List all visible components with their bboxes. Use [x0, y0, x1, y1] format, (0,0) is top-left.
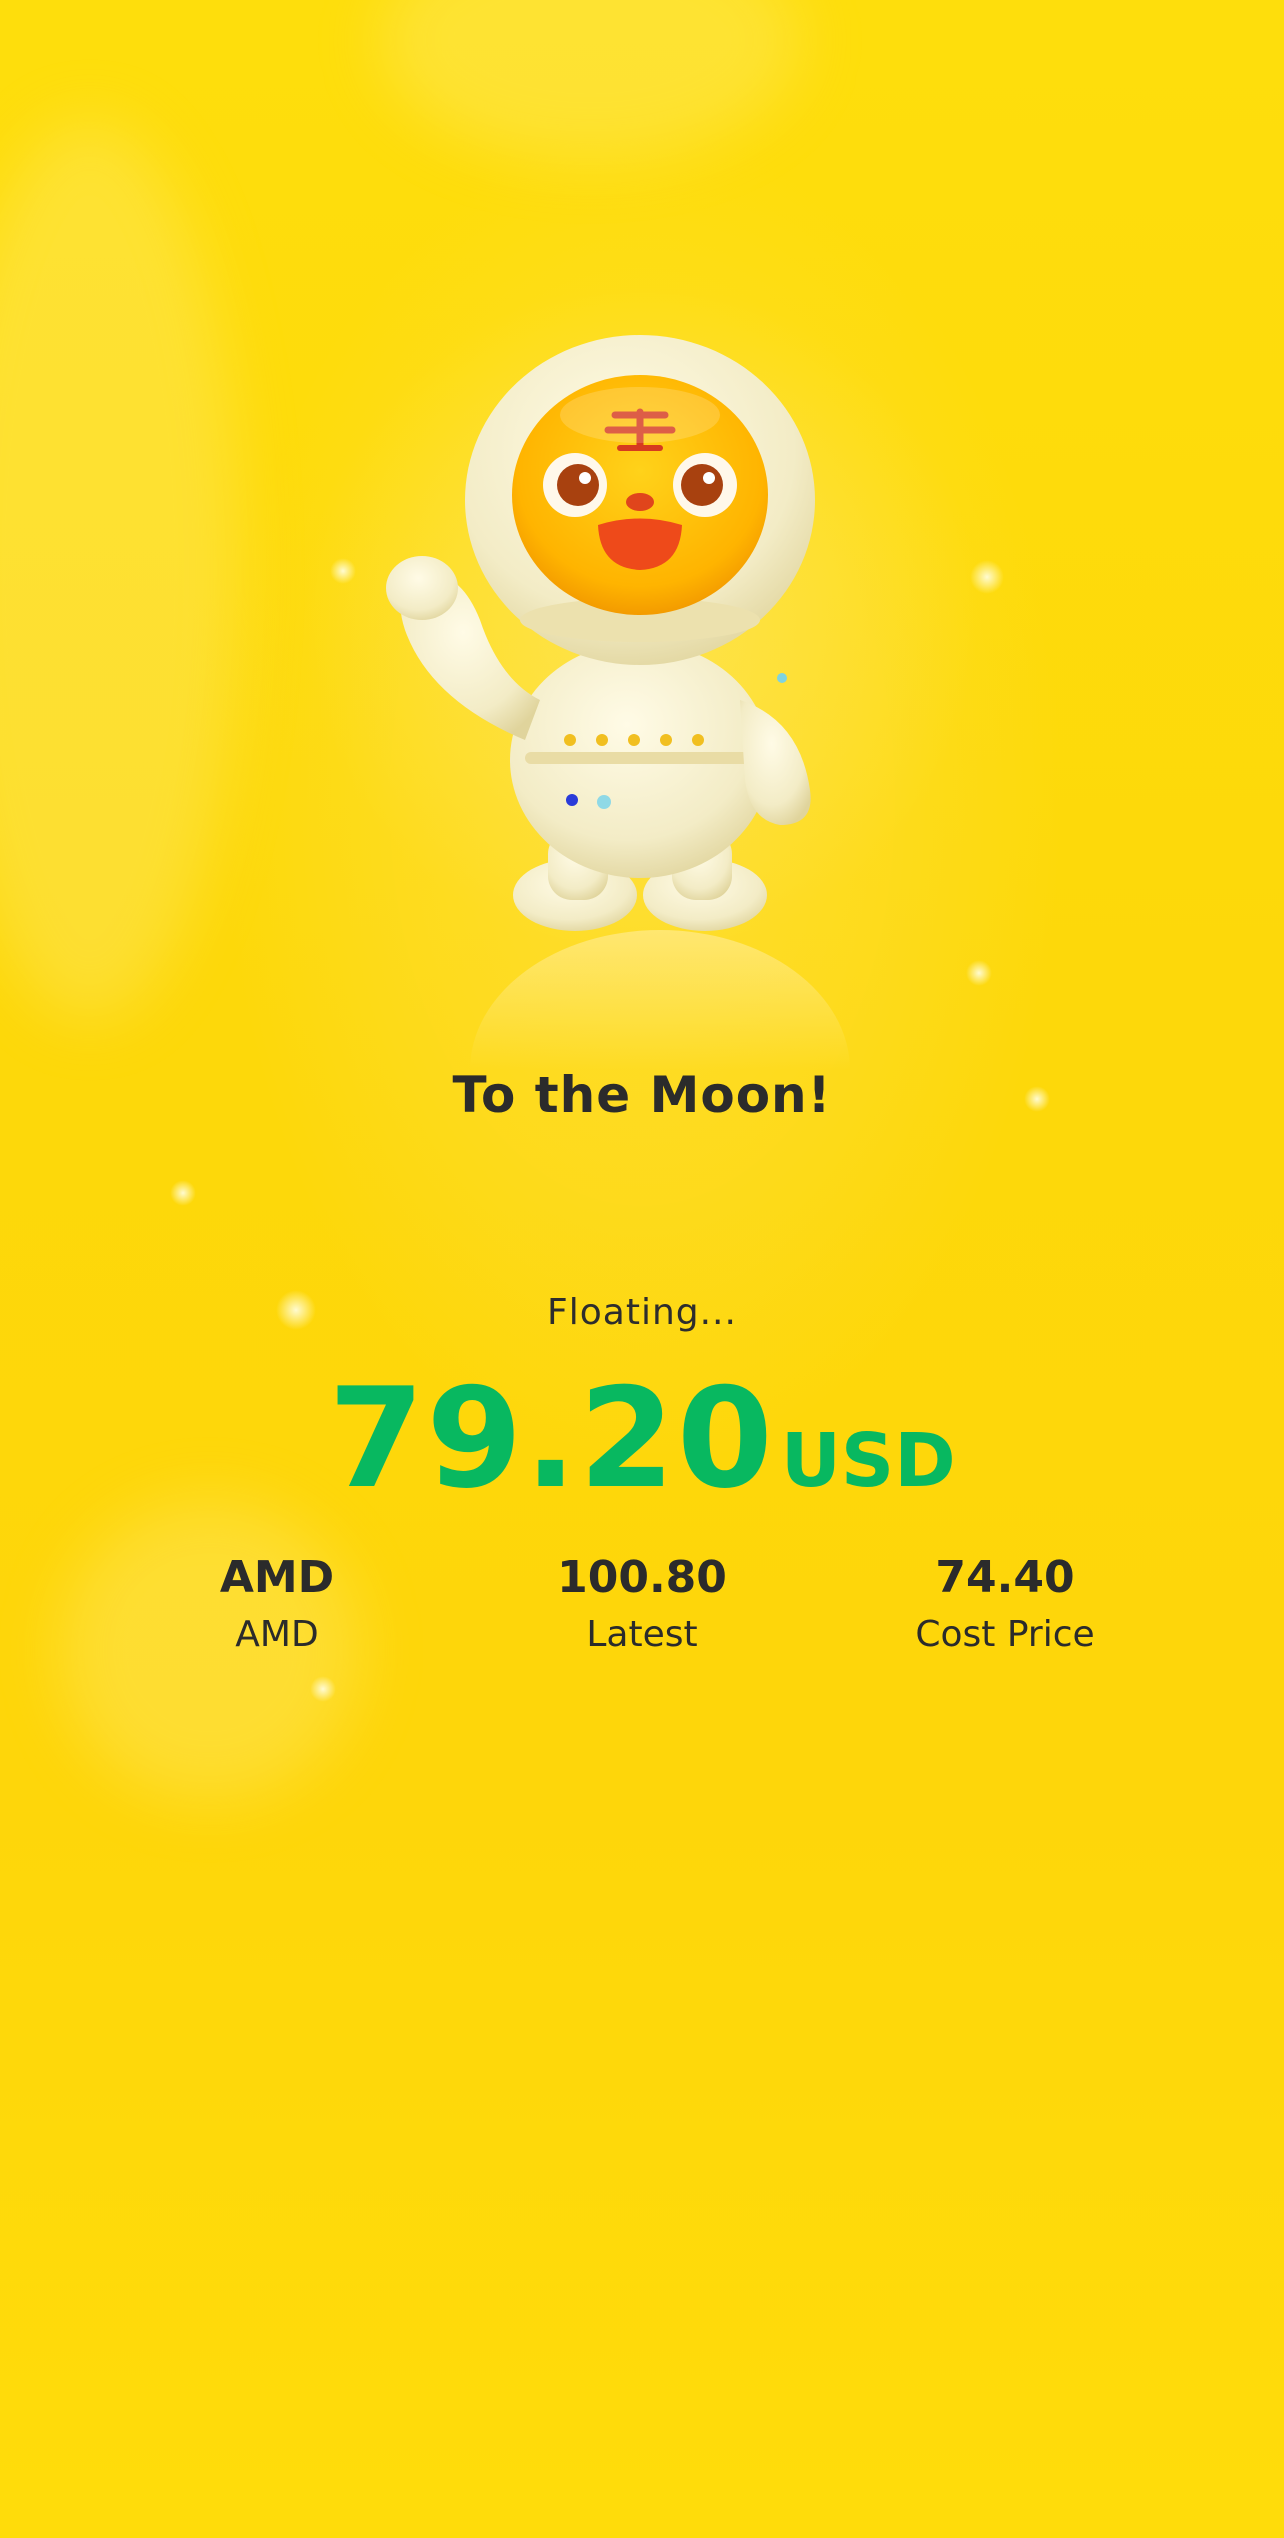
stat-value: AMD: [219, 1552, 335, 1603]
stat-label: AMD: [235, 1614, 319, 1655]
stat-value: 100.80: [557, 1552, 727, 1603]
sparkle-icon: [170, 1180, 196, 1206]
stat-symbol: AMD AMD: [97, 1552, 457, 1655]
profit-amount: 79.20USD: [0, 1358, 1284, 1519]
stat-label: Cost Price: [915, 1614, 1095, 1655]
smoke-decoration: [380, 0, 800, 160]
profit-currency: USD: [780, 1418, 956, 1504]
status-label: Floating...: [547, 1292, 737, 1333]
profit-value: 79.20: [328, 1358, 775, 1519]
stat-cost-price: 74.40 Cost Price: [825, 1552, 1185, 1655]
smoke-decoration: [0, 120, 240, 1020]
sparkle-icon: [970, 560, 1004, 594]
stat-value: 74.40: [935, 1552, 1075, 1603]
page-title: To the Moon!: [452, 1066, 832, 1124]
sparkle-icon: [966, 960, 992, 986]
stats-row: AMD AMD 100.80 Latest 74.40 Cost Price: [0, 1552, 1284, 1672]
astronaut-tiger-mascot-icon: [386, 335, 815, 931]
share-card: To the Moon! Floating... 79.20USD AMD AM…: [0, 0, 1284, 2538]
sparkle-icon: [310, 1676, 336, 1702]
stat-label: Latest: [586, 1614, 698, 1655]
stat-latest: 100.80 Latest: [462, 1552, 822, 1655]
